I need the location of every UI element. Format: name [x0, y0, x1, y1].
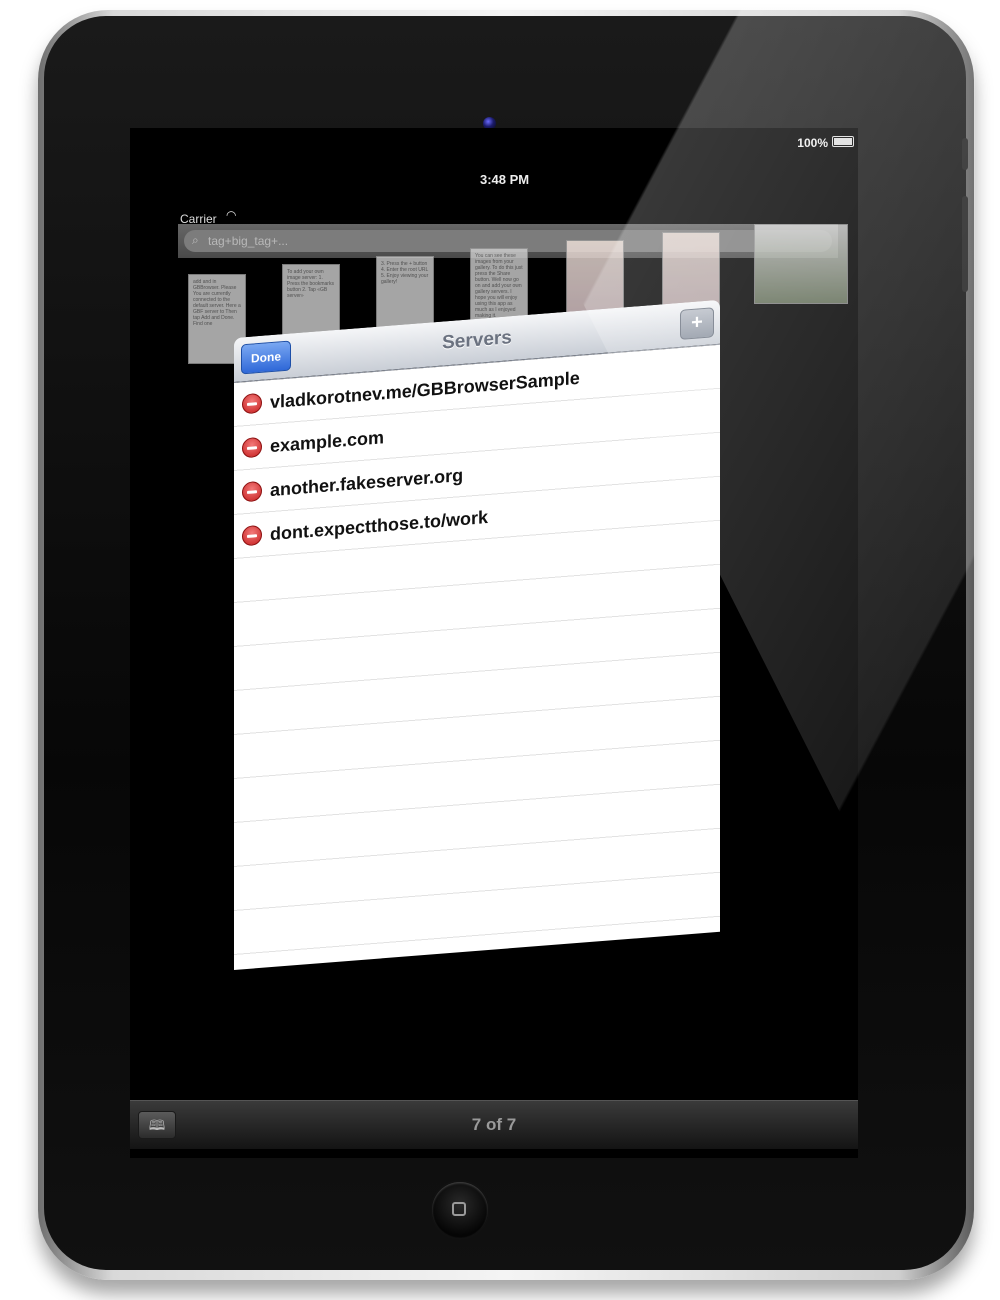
servers-popover: Done Servers + vladkorotnev.me/GBBrowser… [234, 299, 720, 970]
wifi-icon: ◠ [226, 208, 237, 222]
bottom-toolbar: 🕮 7 of 7 [130, 1100, 858, 1149]
status-bar: 3:48 PM 100% [130, 128, 858, 187]
home-button[interactable] [432, 1182, 488, 1238]
battery-icon [832, 136, 854, 147]
home-button-icon [452, 1202, 466, 1216]
server-label: dont.expectthose.to/work [270, 507, 489, 545]
add-server-button[interactable]: + [680, 307, 714, 340]
search-placeholder: tag+big_tag+... [208, 234, 289, 248]
search-icon: ⌕ [192, 233, 199, 247]
volume-up-button[interactable] [962, 138, 968, 170]
delete-icon[interactable] [242, 480, 262, 503]
ipad-screen: 3:48 PM 100% Carrier ◠ ⌕ tag+big_tag+...… [130, 128, 858, 1158]
page-counter: 7 of 7 [471, 1115, 517, 1134]
server-label: example.com [270, 427, 385, 457]
volume-rocker[interactable] [962, 196, 968, 292]
delete-icon[interactable] [242, 436, 262, 459]
status-time: 3:48 PM [480, 172, 530, 187]
delete-icon[interactable] [242, 392, 262, 415]
battery-percentage: 100% [797, 136, 828, 150]
thumbnail-7[interactable] [754, 224, 848, 304]
server-label: another.fakeserver.org [270, 464, 464, 501]
delete-icon[interactable] [242, 524, 262, 547]
servers-table: vladkorotnev.me/GBBrowserSample example.… [234, 344, 720, 970]
